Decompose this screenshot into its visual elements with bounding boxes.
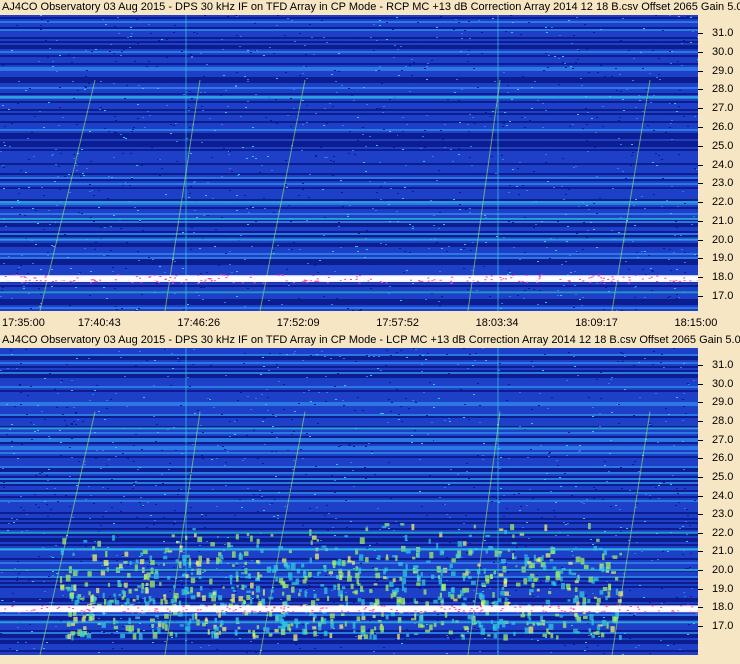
y-tick-label: 30.0 xyxy=(712,45,734,58)
y-tick-label: 19.0 xyxy=(712,582,734,595)
x-tick-label: 17:52:09 xyxy=(276,317,320,329)
interference-line xyxy=(0,569,698,572)
y-tick-label: 18.0 xyxy=(712,271,734,284)
y-tick xyxy=(698,296,703,297)
y-tick-label: 24.0 xyxy=(712,158,734,171)
y-tick xyxy=(698,476,703,478)
y-tick-label: 29.0 xyxy=(712,396,734,409)
y-tick xyxy=(698,33,703,34)
y-tick-label: 30.0 xyxy=(712,377,734,390)
lcp-spectrogram xyxy=(0,348,698,655)
x-tick-label: 17:35:00 xyxy=(2,317,45,329)
y-tick xyxy=(698,220,703,222)
interference-line xyxy=(0,531,698,534)
y-tick-label: 26.0 xyxy=(712,452,734,465)
y-tick-label: 24.0 xyxy=(712,489,734,502)
y-tick-label: 21.0 xyxy=(712,214,734,227)
y-tick-label: 19.0 xyxy=(712,252,734,265)
y-tick-label: 23.0 xyxy=(712,177,734,190)
interference-line xyxy=(0,217,698,220)
y-tick xyxy=(698,202,703,204)
y-tick-label: 28.0 xyxy=(712,83,734,96)
y-tick xyxy=(698,258,703,260)
y-tick xyxy=(698,439,703,441)
y-tick xyxy=(698,145,703,147)
y-tick-label: 22.0 xyxy=(712,196,734,209)
y-tick-label: 20.0 xyxy=(712,233,734,246)
x-tick-label: 17:57:52 xyxy=(376,317,420,329)
y-tick-label: 27.0 xyxy=(712,433,734,446)
time-axis: 17:35:00 17:40:43 17:46:26 17:52:09 17:57:52… xyxy=(0,313,740,333)
x-tick-label: 17:46:26 xyxy=(177,317,221,329)
y-tick-label: 27.0 xyxy=(712,102,734,115)
y-tick xyxy=(698,570,703,572)
y-tick-label: 28.0 xyxy=(712,414,734,427)
x-tick-label: 18:03:34 xyxy=(475,317,519,329)
y-tick xyxy=(698,458,703,460)
y-tick-label: 25.0 xyxy=(712,139,734,152)
y-tick xyxy=(698,108,703,110)
y-tick-label: 31.0 xyxy=(712,359,734,371)
lcp-spectrogram-plot xyxy=(0,348,698,655)
y-tick xyxy=(698,532,703,534)
interference-line xyxy=(0,291,698,294)
y-tick-label: 20.0 xyxy=(712,564,734,577)
y-tick xyxy=(698,383,703,385)
y-tick xyxy=(698,420,703,422)
y-tick xyxy=(698,70,703,72)
x-tick-label: 18:15:00 xyxy=(674,317,718,329)
interference-line xyxy=(0,427,698,430)
interference-line xyxy=(0,548,698,551)
y-tick xyxy=(698,183,703,185)
y-tick xyxy=(698,551,703,553)
y-tick-label: 21.0 xyxy=(712,545,734,558)
background-bands xyxy=(0,15,698,311)
y-tick xyxy=(698,626,703,627)
bottom-strip xyxy=(0,655,740,664)
y-tick xyxy=(698,51,703,53)
y-tick xyxy=(698,277,703,279)
y-tick-label: 23.0 xyxy=(712,508,734,521)
x-tick-label: 17:40:43 xyxy=(77,317,121,329)
y-tick xyxy=(698,402,703,404)
lcp-frequency-axis: 31.0 30.0 29.0 28.0 27.0 26.0 25.0 24.0 23.0 22.0… xyxy=(698,348,740,655)
y-tick-label: 31.0 xyxy=(712,27,734,39)
y-tick xyxy=(698,126,703,128)
y-tick-label: 17.0 xyxy=(712,620,734,632)
top-panel-title: AJ4CO Observatory 03 Aug 2015 - DPS 30 k… xyxy=(2,1,740,13)
x-tick-label: 18:09:17 xyxy=(575,317,618,329)
y-tick-label: 26.0 xyxy=(712,120,734,133)
interference-line xyxy=(0,95,698,98)
y-tick xyxy=(698,495,703,497)
bottom-panel-title: AJ4CO Observatory 03 Aug 2015 - DPS 30 k… xyxy=(2,334,740,346)
rcp-frequency-axis: 31.0 30.0 29.0 28.0 27.0 26.0 25.0 24.0 23.0 22.0… xyxy=(698,15,740,311)
y-tick xyxy=(698,514,703,516)
y-tick xyxy=(698,164,703,166)
y-tick-label: 25.0 xyxy=(712,470,734,483)
y-tick xyxy=(698,365,703,366)
interference-line xyxy=(0,605,698,611)
y-tick-label: 17.0 xyxy=(712,290,734,302)
y-tick xyxy=(698,607,703,609)
y-tick xyxy=(698,89,703,91)
rcp-spectrogram xyxy=(0,15,698,311)
y-tick-label: 22.0 xyxy=(712,526,734,539)
interference-line xyxy=(0,201,698,204)
rcp-spectrogram-plot xyxy=(0,15,698,311)
interference-line xyxy=(0,621,698,624)
y-tick xyxy=(698,588,703,590)
y-tick xyxy=(698,239,703,241)
y-tick-label: 29.0 xyxy=(712,64,734,77)
y-tick-label: 18.0 xyxy=(712,601,734,614)
interference-line xyxy=(0,238,698,241)
